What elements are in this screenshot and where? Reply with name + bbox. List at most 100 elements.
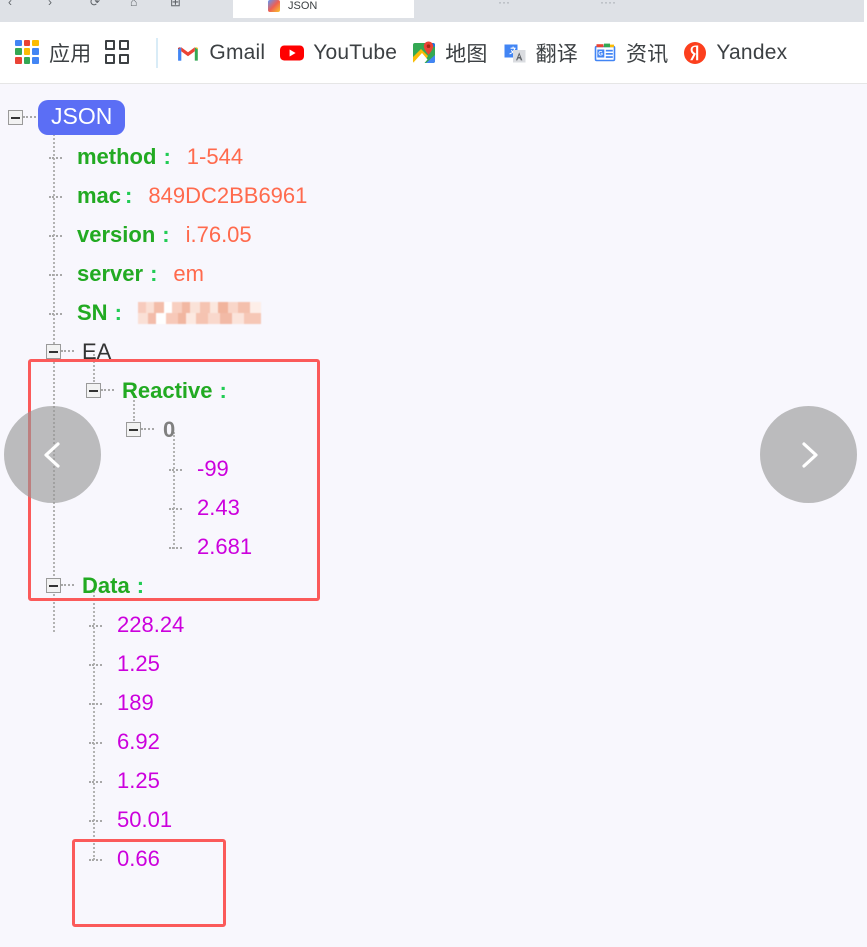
value-version: i.76.05 <box>185 221 252 247</box>
bookmark-label-gmail: Gmail <box>209 40 266 64</box>
bookmark-yandex[interactable]: Yandex <box>675 36 794 70</box>
tree-node-reactive-value[interactable]: 2.681 <box>0 527 867 566</box>
extensions-icon[interactable]: ⊞ <box>170 0 181 8</box>
tree-node-data-value[interactable]: 50.01 <box>0 800 867 839</box>
bookmark-label-maps: 地图 <box>445 42 488 66</box>
tree-node-sn[interactable]: SN : <box>0 293 867 332</box>
tree-node-data-value[interactable]: 228.24 <box>0 605 867 644</box>
bookmarks-bar: 应用 Gmail YouTube 地图 翻译 G 资讯 Yandex <box>0 22 867 84</box>
key-mac: mac <box>77 182 122 208</box>
tree-connector <box>168 539 183 554</box>
bookmark-apps[interactable]: 应用 <box>8 34 98 72</box>
key-colon: : <box>150 260 158 286</box>
bookmark-youtube[interactable]: YouTube <box>272 36 404 70</box>
tree-node-data-value[interactable]: 189 <box>0 683 867 722</box>
collapse-toggle-data[interactable] <box>46 578 61 593</box>
bookmark-news[interactable]: G 资讯 <box>585 34 675 72</box>
tree-node-mac[interactable]: mac : 849DC2BB6961 <box>0 176 867 215</box>
tree-node-reactive-value[interactable]: -99 <box>0 449 867 488</box>
tree-connector <box>48 188 63 203</box>
collapse-toggle-reactive[interactable] <box>86 383 101 398</box>
bookmark-label-youtube: YouTube <box>313 40 398 64</box>
value-reactive-0: -99 <box>197 455 229 481</box>
tree-connector <box>48 305 63 320</box>
bookmark-four-squares[interactable] <box>98 36 146 70</box>
key-colon: : <box>219 377 227 403</box>
json-tree: JSON method : 1-544 mac : 849DC2BB6961 v… <box>0 84 867 878</box>
value-sn-redacted <box>137 301 261 324</box>
browser-tab[interactable] <box>233 0 414 18</box>
bookmark-maps[interactable]: 地图 <box>404 34 494 72</box>
forward-button[interactable]: › <box>48 0 52 8</box>
google-news-icon: G <box>592 40 618 66</box>
tree-node-data[interactable]: Data : <box>0 566 867 605</box>
key-version: version <box>77 221 156 247</box>
collapse-toggle-root[interactable] <box>8 110 23 125</box>
value-reactive-2: 2.681 <box>197 533 253 559</box>
value-server: em <box>173 260 204 286</box>
chevron-right-icon <box>801 441 818 468</box>
tree-node-reactive-index[interactable]: 0 <box>0 410 867 449</box>
google-maps-icon <box>411 40 437 66</box>
bookmark-translate[interactable]: 翻译 <box>495 34 585 72</box>
tree-node-reactive-value[interactable]: 2.43 <box>0 488 867 527</box>
youtube-icon <box>279 40 305 66</box>
tree-connector <box>88 851 103 866</box>
tree-node-reactive[interactable]: Reactive : <box>0 371 867 410</box>
tree-connector <box>48 149 63 164</box>
key-reactive: Reactive <box>122 377 213 403</box>
tree-connector <box>88 656 103 671</box>
four-squares-icon <box>105 39 131 66</box>
key-colon: : <box>125 182 133 208</box>
value-data-5: 50.01 <box>117 806 173 832</box>
collapse-toggle-reactive-0[interactable] <box>126 422 141 437</box>
key-data: Data <box>82 572 130 598</box>
reload-button[interactable]: ⟳ <box>90 0 100 8</box>
tree-connector <box>101 389 114 392</box>
key-colon: : <box>163 143 171 169</box>
back-button[interactable]: ‹ <box>8 0 12 8</box>
home-button[interactable]: ⌂ <box>130 0 137 8</box>
tree-node-data-value[interactable]: 6.92 <box>0 722 867 761</box>
tree-node-server[interactable]: server : em <box>0 254 867 293</box>
tree-node-version[interactable]: version : i.76.05 <box>0 215 867 254</box>
tree-connector <box>48 227 63 242</box>
browser-chrome-strip: ‹ › ⟳ ⌂ ⊞ JSON ··· ···· <box>0 0 867 22</box>
key-colon: : <box>136 572 145 598</box>
bookmark-label-translate: 翻译 <box>535 42 578 66</box>
bookmark-gmail[interactable]: Gmail <box>168 36 272 70</box>
key-sn: SN <box>77 299 108 325</box>
omnibox-text-left[interactable]: ··· <box>498 0 510 8</box>
tree-connector <box>88 812 103 827</box>
tree-connector <box>168 500 183 515</box>
tab-favicon <box>268 0 280 12</box>
yandex-icon <box>682 40 708 66</box>
key-method: method <box>77 143 157 169</box>
tree-node-data-value[interactable]: 1.25 <box>0 644 867 683</box>
tree-node-method[interactable]: method : 1-544 <box>0 137 867 176</box>
tab-title: JSON <box>288 0 318 12</box>
bookmarks-divider <box>156 37 159 68</box>
tree-connector <box>88 773 103 788</box>
tree-connector <box>88 617 103 632</box>
collapse-toggle-ea[interactable] <box>46 344 61 359</box>
key-server: server <box>77 260 144 286</box>
bookmark-label-yandex: Yandex <box>716 40 788 64</box>
value-data-0: 228.24 <box>117 611 185 637</box>
tree-node-root[interactable]: JSON <box>0 98 867 137</box>
carousel-prev-button[interactable] <box>4 406 101 503</box>
value-mac: 849DC2BB6961 <box>148 182 308 208</box>
tree-node-data-value[interactable]: 0.66 <box>0 839 867 878</box>
value-data-1: 1.25 <box>117 650 160 676</box>
carousel-next-button[interactable] <box>760 406 857 503</box>
key-colon: : <box>162 221 170 247</box>
gmail-icon <box>175 40 201 66</box>
value-method: 1-544 <box>186 143 244 169</box>
value-data-2: 189 <box>117 689 154 715</box>
value-data-3: 6.92 <box>117 728 160 754</box>
omnibox-text-right[interactable]: ···· <box>600 0 616 8</box>
tree-connector <box>61 350 74 353</box>
tree-node-data-value[interactable]: 1.25 <box>0 761 867 800</box>
tree-connector <box>141 428 154 431</box>
tree-node-ea[interactable]: EA <box>0 332 867 371</box>
